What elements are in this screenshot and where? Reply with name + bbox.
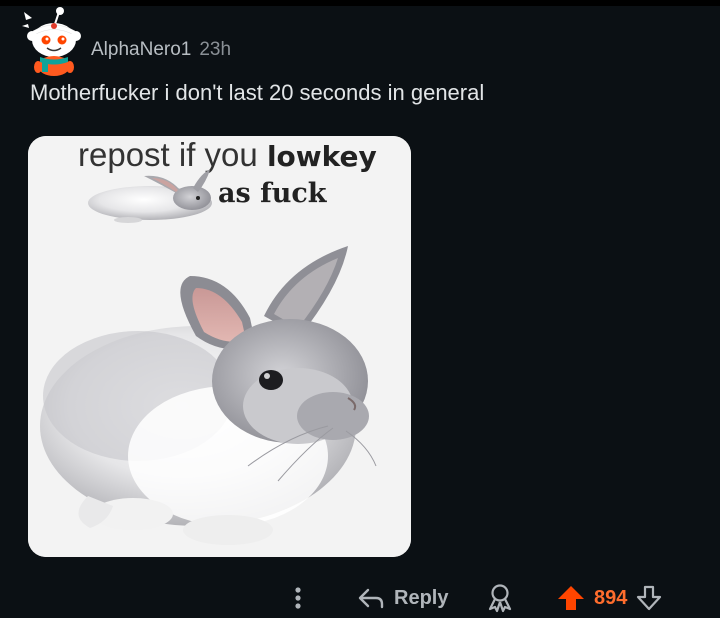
more-options-button[interactable]	[288, 578, 308, 618]
more-vertical-icon	[295, 587, 301, 609]
meme-caption-line1: repost if you lowkey	[78, 136, 377, 173]
comment-body: Motherfucker i don't last 20 seconds in …	[30, 80, 485, 105]
meme-caption-line2: as fuck	[218, 178, 328, 209]
vote-controls: 894	[556, 578, 663, 618]
upvote-icon[interactable]	[556, 583, 586, 613]
meme-caption-bold: lowkey	[267, 140, 377, 173]
comment-image[interactable]: repost if you lowkey as fuck	[28, 136, 411, 557]
comment-card: AlphaNero1 23h Motherfucker i don't last…	[0, 0, 720, 618]
award-icon	[488, 584, 512, 613]
downvote-icon[interactable]	[635, 583, 663, 613]
reply-arrow-icon	[358, 588, 384, 609]
snoo-avatar-icon	[22, 7, 81, 76]
reply-label: Reply	[394, 586, 449, 609]
vote-score: 894	[594, 586, 628, 609]
username[interactable]: AlphaNero1	[91, 39, 191, 61]
avatar[interactable]	[22, 4, 84, 76]
meme-caption-plain: repost if you	[78, 136, 267, 173]
award-button[interactable]	[486, 578, 514, 618]
reply-button[interactable]: Reply	[356, 578, 448, 618]
comment-age: 23h	[199, 39, 232, 60]
comment-action-bar: Reply 894	[0, 578, 720, 618]
comment-meta: AlphaNero1 23h	[91, 37, 231, 63]
